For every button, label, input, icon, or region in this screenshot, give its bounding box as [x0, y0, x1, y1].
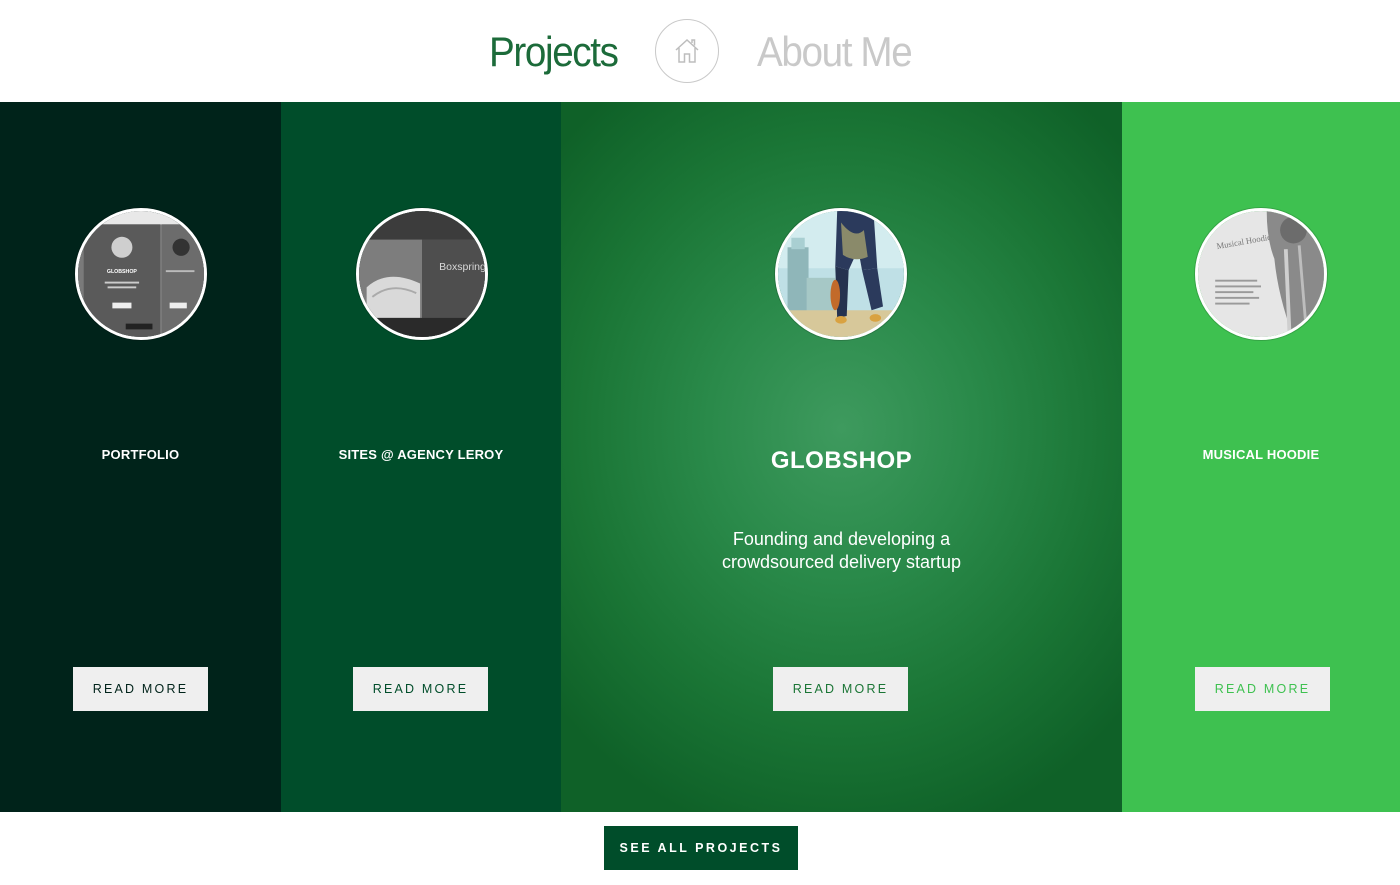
project-title-musical-hoodie: MUSICAL HOODIE: [1202, 447, 1320, 462]
project-panel-agency-leroy[interactable]: Boxspring aus der Ma SITES @ AGENCY LERO…: [281, 102, 561, 812]
home-icon: [675, 38, 699, 63]
project-thumbnail-portfolio: GLOBSHOP: [75, 208, 207, 340]
see-all-projects-button[interactable]: SEE ALL PROJECTS: [604, 826, 798, 870]
nav-projects-link[interactable]: Projects: [489, 28, 619, 76]
project-title-globshop: GLOBSHOP: [770, 447, 913, 474]
read-more-button-agency-leroy[interactable]: READ MORE: [353, 667, 488, 711]
project-panel-globshop[interactable]: GLOBSHOP Founding and developing a crowd…: [561, 102, 1122, 812]
project-title-agency-leroy: SITES @ AGENCY LEROY: [338, 447, 504, 462]
project-thumbnail-musical-hoodie: Musical Hoodie: [1195, 208, 1327, 340]
read-more-button-globshop[interactable]: READ MORE: [773, 667, 908, 711]
thumbnail-leroy-text: Boxspring aus der Ma: [439, 261, 485, 273]
project-panel-musical-hoodie[interactable]: Musical Hoodie MUSICAL HOODIE READ MORE: [1122, 102, 1400, 812]
project-thumbnail-agency-leroy: Boxspring aus der Ma: [356, 208, 488, 340]
read-more-button-musical-hoodie[interactable]: READ MORE: [1195, 667, 1330, 711]
nav-about-link[interactable]: About Me: [757, 28, 913, 76]
thumbnail-portfolio-heading: GLOBSHOP: [107, 269, 138, 275]
home-button[interactable]: [655, 19, 719, 83]
project-title-portfolio: PORTFOLIO: [101, 447, 180, 462]
read-more-button-portfolio[interactable]: READ MORE: [73, 667, 208, 711]
top-navigation: Projects About Me: [0, 0, 1400, 102]
project-thumbnail-globshop: [775, 208, 907, 340]
project-description-globshop: Founding and developing a crowdsourced d…: [721, 529, 962, 572]
project-panel-portfolio[interactable]: GLOBSHOP PORTFOLIO READ MORE: [0, 102, 281, 812]
projects-showcase: GLOBSHOP PORTFOLIO READ MORE Boxspring S…: [0, 102, 1400, 812]
